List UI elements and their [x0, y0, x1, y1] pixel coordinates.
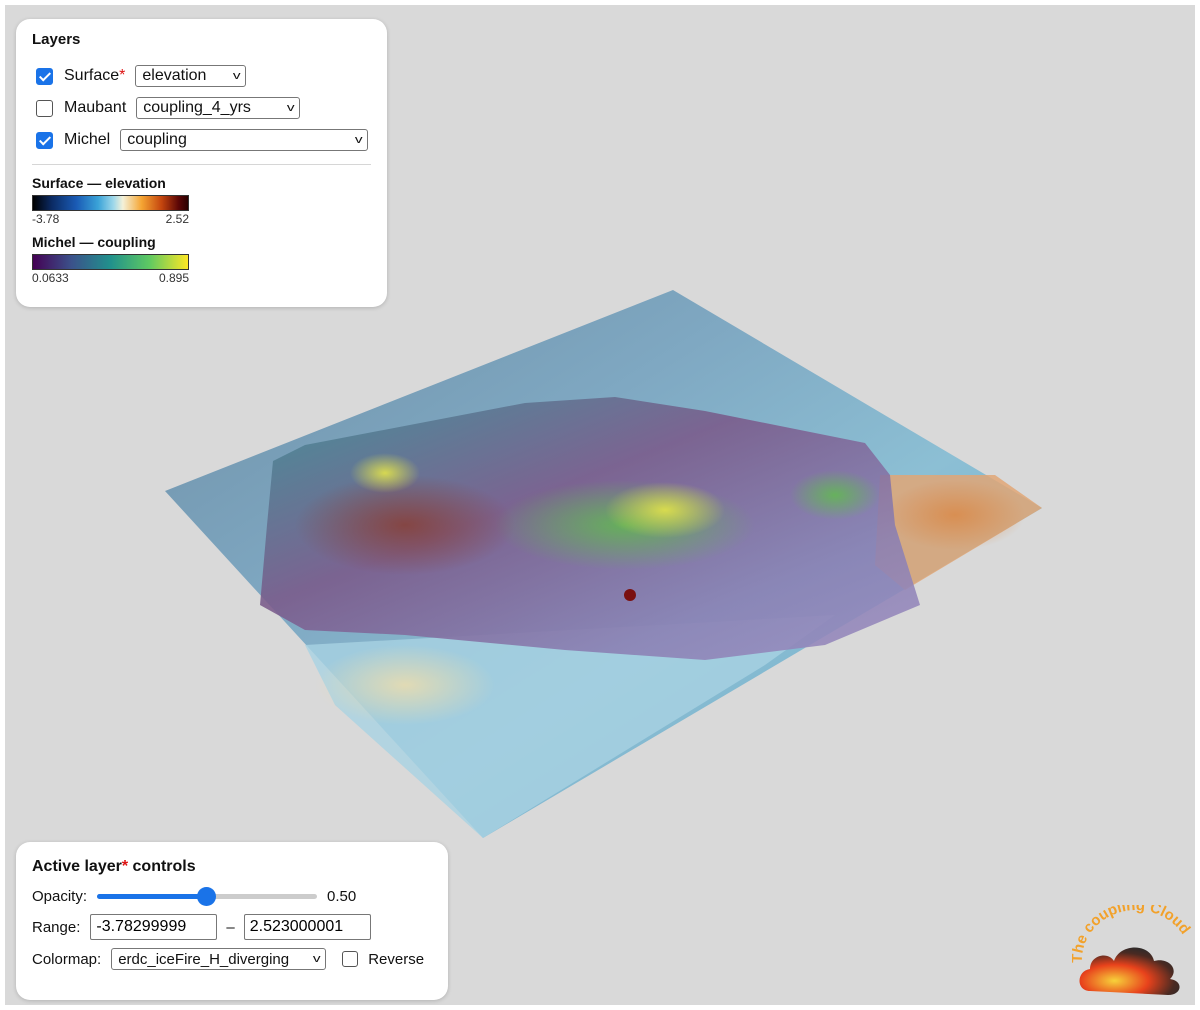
- layers-panel: Layers Surface* elevation v Maubant coupl…: [16, 19, 387, 307]
- coupling-mid-region-east: [790, 470, 880, 520]
- maubant-layer-label: Maubant: [64, 99, 127, 116]
- reverse-checkbox[interactable]: [342, 951, 359, 967]
- layers-panel-title: Layers: [32, 31, 81, 48]
- opacity-slider-fill: [97, 894, 208, 899]
- range-min-input[interactable]: [90, 914, 218, 940]
- surface-checkbox[interactable]: [36, 67, 53, 85]
- reverse-label: Reverse: [368, 950, 425, 968]
- opacity-slider[interactable]: [97, 886, 318, 906]
- maubant-checkbox[interactable]: [36, 99, 53, 117]
- coupling-peak-marker: [624, 589, 636, 601]
- opacity-row: Opacity: 0.50: [32, 886, 432, 906]
- michel-layer-label: Michel: [64, 131, 111, 148]
- chevron-down-icon: v: [354, 134, 363, 146]
- surface-sand-region: [315, 645, 495, 725]
- range-separator: –: [226, 918, 235, 936]
- michel-colorbar-min: 0.0633: [32, 271, 69, 285]
- surface-colorbar-min: -3.78: [32, 212, 60, 226]
- layer-row-michel: Michel coupling v: [32, 124, 371, 156]
- layer-row-surface: Surface* elevation v: [32, 60, 371, 92]
- chevron-down-icon: v: [312, 953, 321, 965]
- michel-colorbar-labels: 0.0633 0.895: [32, 271, 189, 285]
- surface-colorbar-labels: -3.78 2.52: [32, 212, 189, 226]
- coupling-high-region-west: [350, 453, 420, 493]
- colormap-label: Colormap:: [32, 950, 102, 968]
- range-row: Range: –: [32, 914, 432, 940]
- michel-field-select[interactable]: coupling v: [120, 129, 369, 151]
- chevron-down-icon: v: [232, 70, 241, 82]
- opacity-value: 0.50: [327, 887, 357, 905]
- coupling-high-region: [605, 482, 725, 538]
- range-label: Range:: [32, 918, 81, 936]
- coupling-cloud-logo: The coupling Cloud: [1072, 905, 1194, 995]
- divider: [32, 164, 371, 165]
- michel-colorbar: [32, 254, 189, 270]
- layer-row-maubant: Maubant coupling_4_yrs v: [32, 92, 371, 124]
- maubant-field-select[interactable]: coupling_4_yrs v: [136, 97, 301, 119]
- michel-legend-title: Michel — coupling: [32, 234, 156, 250]
- active-layer-controls-panel: Active layer* controls Opacity: 0.50 Ran…: [16, 842, 448, 1000]
- cloud-icon: [1079, 947, 1180, 995]
- opacity-label: Opacity:: [32, 887, 88, 905]
- colormap-select[interactable]: erdc_iceFire_H_diverging v: [111, 948, 327, 970]
- surface-legend-title: Surface — elevation: [32, 175, 166, 191]
- colormap-row: Colormap: erdc_iceFire_H_diverging v Reve…: [32, 948, 432, 970]
- surface-colorbar-max: 2.52: [165, 212, 189, 226]
- michel-colorbar-max: 0.895: [158, 271, 189, 285]
- controls-panel-title: Active layer* controls: [32, 858, 196, 875]
- chevron-down-icon: v: [286, 102, 295, 114]
- surface-highland-detail: [885, 480, 1025, 550]
- michel-checkbox[interactable]: [36, 131, 53, 149]
- range-max-input[interactable]: [243, 914, 371, 940]
- surface-field-select[interactable]: elevation v: [135, 65, 247, 87]
- coupling-low-region: [295, 475, 515, 575]
- surface-layer-label: Surface*: [64, 67, 126, 84]
- surface-colorbar: [32, 195, 189, 211]
- active-layer-marker: *: [119, 67, 126, 84]
- opacity-slider-thumb[interactable]: [197, 887, 217, 906]
